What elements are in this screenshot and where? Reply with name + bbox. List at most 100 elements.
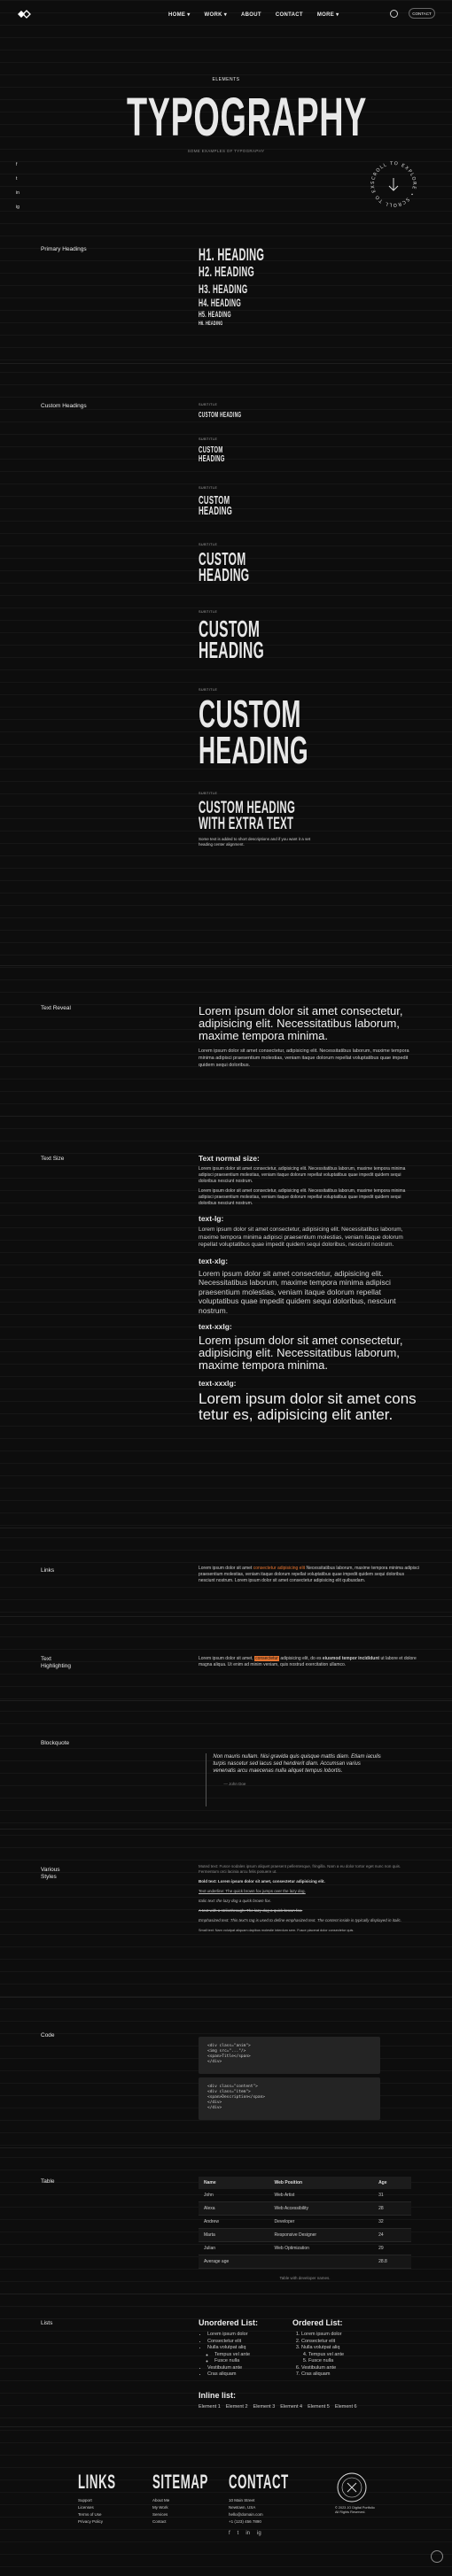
table-cell: 28.8: [373, 2255, 411, 2269]
highlight-mid: adipisicing elit, do es: [280, 1656, 322, 1661]
footer-contact: CONTACT 10 Main Street Newtown, USA hell…: [229, 2471, 329, 2536]
list-item: Cras aliquam: [301, 2371, 381, 2379]
footer-address: 10 Main Street: [229, 2498, 255, 2503]
label-xlg: text-xlg:: [199, 1256, 229, 1265]
footer-link[interactable]: Terms of Use: [78, 2511, 141, 2518]
header-contact-button[interactable]: CONTACT: [409, 8, 435, 19]
table-cell: Developer: [269, 2215, 374, 2229]
table-row: Andrew Developer 32: [199, 2215, 411, 2229]
table-cell: 32: [373, 2215, 411, 2229]
logo-icon[interactable]: [16, 9, 32, 19]
inline-link[interactable]: consectetur adipisicing elit: [253, 1566, 305, 1571]
ordered-list: Lorem ipsum dolor Consectetur elit Nulla…: [292, 2332, 381, 2379]
nav-item-home[interactable]: HOME ▾: [168, 12, 191, 19]
nav-item-work[interactable]: WORK ▾: [205, 12, 228, 19]
instagram-icon[interactable]: ig: [16, 205, 19, 210]
code-block-1: <div class="anim"> <img src="..."/> <spa…: [199, 2037, 380, 2074]
copyright: © 2023 JO Digital Portfolio All Rights R…: [335, 2506, 375, 2515]
social-links: f t in ig: [16, 162, 19, 210]
table-cell: John: [199, 2189, 269, 2202]
section-label-blockquote: Blockquote: [41, 1740, 70, 1746]
divider: [0, 2426, 452, 2427]
list-item: Fusce nulla: [308, 2358, 381, 2365]
subtitle: SUBTITLE: [199, 542, 218, 546]
blockquote: Non mauris nullam. Nisi gravida quis qui…: [206, 1753, 383, 1806]
custom-headings: SUBTITLE CUSTOM HEADING SUBTITLE CUSTOM …: [199, 403, 420, 847]
page-subtitle: SOME EXAMPLES OF TYPOGRAPHY: [187, 149, 265, 153]
twitter-icon[interactable]: t: [238, 2531, 239, 2536]
section-label-custom: Custom Headings: [41, 403, 87, 409]
nav-item-more[interactable]: MORE ▾: [317, 12, 339, 19]
table-row: John Web Artist 31: [199, 2189, 411, 2202]
divider: [0, 2147, 452, 2148]
section-label-code: Code: [41, 2032, 55, 2038]
copyright-line: All Rights Reserved.: [335, 2510, 366, 2514]
theme-toggle-icon[interactable]: [390, 10, 398, 18]
h1-heading: H1. HEADING: [199, 246, 265, 265]
facebook-icon[interactable]: f: [229, 2531, 230, 2536]
list-item: Vestibulum ante: [207, 2365, 287, 2372]
unordered-list: Lorem ipsum dolor Consectetur elit Nulla…: [199, 2332, 287, 2379]
instagram-icon[interactable]: ig: [257, 2531, 261, 2536]
table-cell: 28: [373, 2201, 411, 2216]
linkedin-icon[interactable]: in: [16, 190, 19, 196]
list-item: Nulla volutpat aliq: [207, 2345, 287, 2352]
divider: [0, 363, 452, 364]
custom-heading-md: CUSTOM HEADING: [199, 492, 233, 517]
code-line: </div>: [207, 2060, 222, 2064]
custom-heading-extra-2: WITH EXTRA TEXT: [199, 814, 294, 833]
subtitle: SUBTITLE: [199, 688, 218, 692]
h2-heading: H2. HEADING: [199, 265, 255, 280]
twitter-icon[interactable]: t: [16, 176, 19, 182]
footer-links-list: Support Licenses Terms of Use Privacy Po…: [78, 2497, 141, 2526]
h6-heading: H6. HEADING: [199, 321, 223, 327]
inline-list: Element 1 Element 2 Element 3 Element 4 …: [199, 2404, 394, 2411]
subtitle: SUBTITLE: [199, 403, 218, 406]
custom-heading-description: Some text is added to short descriptions…: [199, 837, 311, 847]
ordered-list-block: Ordered List: Lorem ipsum dolor Consecte…: [292, 2318, 381, 2379]
facebook-icon[interactable]: f: [16, 162, 19, 167]
footer-links: LINKS Support Licenses Terms of Use Priv…: [78, 2471, 141, 2526]
list-item: Element 1: [199, 2404, 221, 2410]
table-cell: Julian: [199, 2241, 269, 2255]
list-item: Tempus vel ante: [214, 2352, 287, 2359]
inline-list-title: Inline list:: [199, 2391, 237, 2400]
footer-link[interactable]: Support: [78, 2497, 141, 2504]
h5-heading: H5. HEADING: [199, 310, 231, 319]
table-cell: 24: [373, 2228, 411, 2242]
unordered-list-block: Unordered List: Lorem ipsum dolor Consec…: [199, 2318, 287, 2379]
footer-phone[interactable]: +1 (123) 456 7890: [229, 2518, 329, 2526]
breadcrumb: ELEMENTS: [212, 77, 240, 82]
page-title: TYPOGRAPHY: [127, 87, 367, 147]
nav-item-about[interactable]: ABOUT: [241, 12, 261, 18]
nav-item-contact[interactable]: CONTACT: [276, 12, 303, 18]
footer-link[interactable]: Licenses: [78, 2504, 141, 2511]
table-cell: Web Optimization: [269, 2241, 374, 2255]
footer-logo-badge[interactable]: [335, 2471, 369, 2504]
table-cell: Web Accessibility: [269, 2201, 374, 2216]
quote-author: — John Doe: [223, 1782, 246, 1786]
footer-link[interactable]: Privacy Policy: [78, 2518, 141, 2526]
scroll-badge[interactable]: SCROLL TO EXPLORE • SCROLL TO EXPLORE •: [367, 158, 420, 211]
list-item: Lorem ipsum dolor: [207, 2332, 287, 2339]
list-item: Fusce nulla: [214, 2358, 287, 2365]
subtitle: SUBTITLE: [199, 610, 218, 615]
footer-email[interactable]: hello@domain.com: [229, 2511, 329, 2518]
list-item: Lorem ipsum dolor: [301, 2332, 381, 2339]
label-xxlg: text-xxlg:: [199, 1322, 232, 1331]
footer-social: f t in ig: [229, 2531, 329, 2536]
quote-text: Non mauris nullam. Nisi gravida quis qui…: [213, 1754, 381, 1774]
primary-headings: H1. HEADING H2. HEADING H3. HEADING H4. …: [199, 246, 420, 329]
divider: [0, 1116, 452, 1117]
linkedin-icon[interactable]: in: [245, 2531, 250, 2536]
text-normal-1: Lorem ipsum dolor sit amet consectetur, …: [199, 1166, 406, 1184]
footer-address: Newtown, USA: [229, 2505, 256, 2510]
table-row: Julian Web Optimization 29: [199, 2241, 411, 2255]
back-to-top-button[interactable]: [431, 2550, 443, 2563]
divider: [0, 1829, 452, 1830]
list-item: Element 2: [225, 2404, 248, 2410]
text-xxxlg: Lorem ipsum dolor sit amet cons tetur es…: [199, 1390, 417, 1423]
list-item: Vestibulum ante: [301, 2365, 381, 2372]
footer-contact-list: 10 Main Street Newtown, USA hello@domain…: [229, 2497, 329, 2526]
code-line: </div>: [207, 2106, 222, 2110]
